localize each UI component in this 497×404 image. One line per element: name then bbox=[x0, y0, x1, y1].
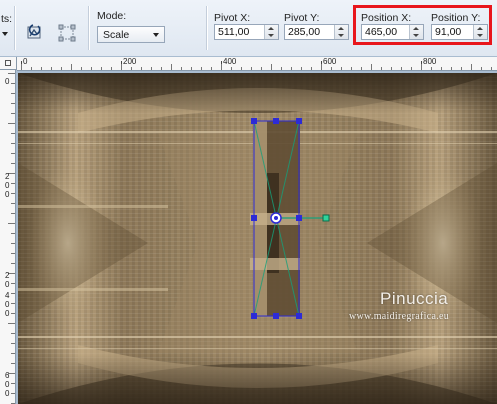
ruler-origin-icon bbox=[5, 60, 11, 66]
watermark-name: Pinuccia bbox=[380, 289, 449, 308]
ruler-tick-label: 6 bbox=[5, 371, 10, 380]
horizontal-ruler[interactable]: 0 200 400 600 800 bbox=[17, 57, 497, 71]
pivot-x-stepper[interactable] bbox=[264, 25, 278, 39]
pivot-x-field[interactable]: 511,00 bbox=[214, 24, 279, 40]
ruler-tick-label: 0 bbox=[5, 77, 10, 86]
reset-icon[interactable] bbox=[24, 22, 46, 44]
chevron-down-icon bbox=[153, 33, 159, 37]
ruler-tick-label: 4 bbox=[5, 291, 10, 300]
separator bbox=[88, 6, 89, 50]
transform-gizmo[interactable] bbox=[18, 73, 497, 404]
ruler-tick-label: 0 bbox=[23, 57, 28, 66]
separator bbox=[14, 6, 15, 50]
ruler-corner bbox=[0, 57, 17, 70]
ruler-tick-label: 0 bbox=[5, 190, 10, 199]
pivot-y-value: 285,00 bbox=[288, 26, 321, 38]
mode-value: Scale bbox=[103, 29, 130, 41]
ruler-tick-label: 0 bbox=[5, 309, 10, 318]
mode-dropdown[interactable]: Scale bbox=[97, 26, 165, 43]
vertical-ruler[interactable]: 0 2 0 0 2 0 4 0 0 6 0 0 bbox=[0, 70, 16, 404]
ruler-tick-label: 0 bbox=[5, 380, 10, 389]
mode-label: Mode: bbox=[97, 10, 127, 22]
pivot-x-value: 511,00 bbox=[218, 26, 250, 38]
pivot-y-stepper[interactable] bbox=[334, 25, 348, 39]
presets-dropdown-arrow[interactable] bbox=[2, 32, 8, 36]
ruler-tick-label: 200 bbox=[123, 57, 137, 66]
tool-options-bar: ts: Mode: Scale Pivot X: 511,00 Pivot Y:… bbox=[0, 0, 497, 57]
ruler-tick-label: 600 bbox=[323, 57, 337, 66]
position-highlight-box bbox=[353, 5, 492, 45]
pivot-x-label: Pivot X: bbox=[214, 12, 251, 24]
pivot-y-field[interactable]: 285,00 bbox=[284, 24, 349, 40]
ruler-tick-label: 0 bbox=[5, 280, 10, 289]
watermark-site: www.maidiregrafica.eu bbox=[349, 311, 450, 322]
separator bbox=[206, 6, 207, 50]
presets-label: ts: bbox=[1, 13, 13, 25]
ruler-tick-label: 0 bbox=[5, 300, 10, 309]
ruler-tick-label: 0 bbox=[5, 181, 10, 190]
ruler-tick-label: 2 bbox=[5, 271, 10, 280]
ruler-tick-label: 400 bbox=[223, 57, 237, 66]
ruler-tick-label: 2 bbox=[5, 172, 10, 181]
ruler-tick-label: 800 bbox=[423, 57, 437, 66]
pivot-y-label: Pivot Y: bbox=[284, 12, 320, 24]
transform-icon[interactable] bbox=[56, 22, 78, 44]
image-canvas[interactable] bbox=[18, 73, 497, 404]
ruler-tick-label: 0 bbox=[5, 389, 10, 398]
